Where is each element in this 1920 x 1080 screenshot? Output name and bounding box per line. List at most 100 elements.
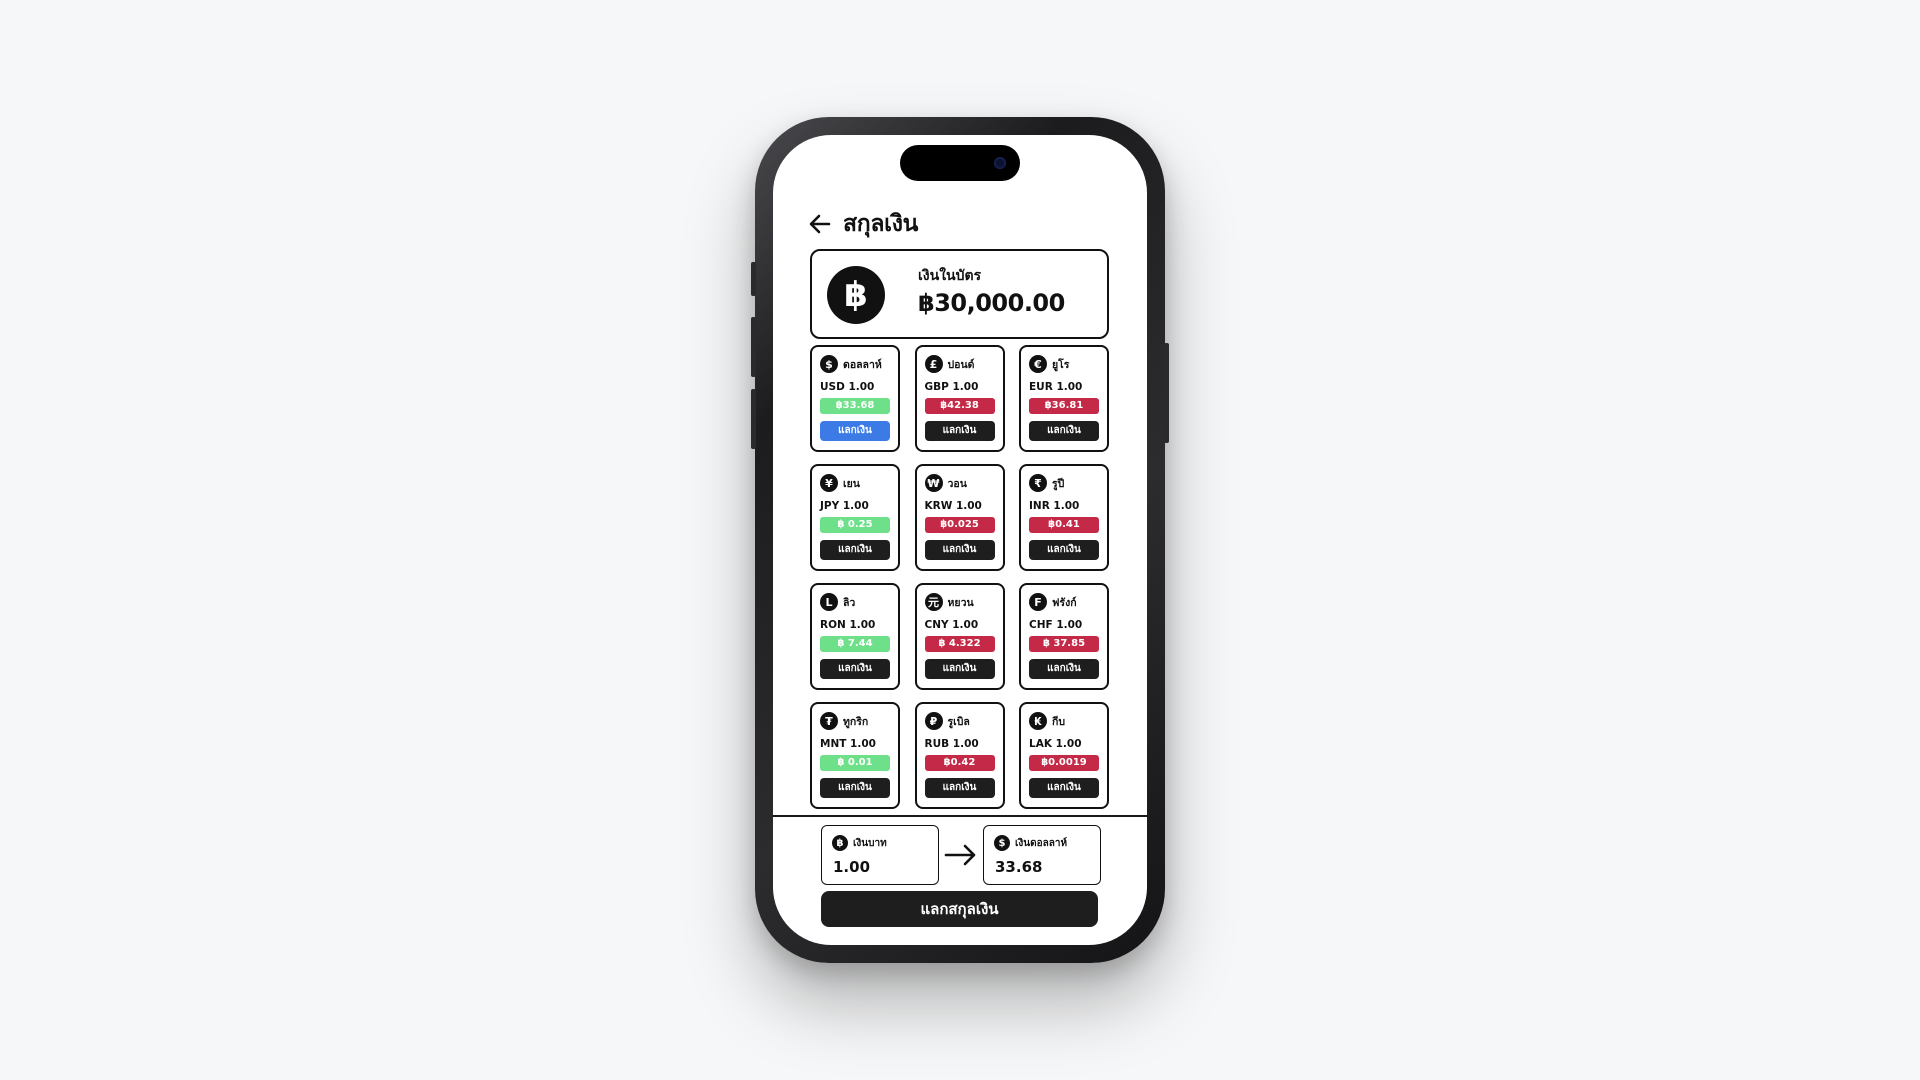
exchange-currency-button[interactable]: แลกสกุลเงิน: [821, 891, 1098, 927]
currency-card: ₭ กีบ LAK 1.00 ฿0.0019 แลกเงิน: [1019, 702, 1109, 809]
currency-card: ¥ เยน JPY 1.00 ฿ 0.25 แลกเงิน: [810, 464, 900, 571]
exchange-rate-badge: ฿ 0.25: [820, 517, 890, 533]
currency-name: ทูกริก: [843, 715, 869, 728]
app-header: สกุลเงิน: [807, 207, 918, 241]
currency-card: F ฟรังก์ CHF 1.00 ฿ 37.85 แลกเงิน: [1019, 583, 1109, 690]
currency-code: KRW 1.00: [924, 500, 982, 512]
currency-card: ₩ วอน KRW 1.00 ฿0.025 แลกเงิน: [914, 464, 1005, 571]
currency-name: รูปี: [1052, 477, 1065, 490]
currency-card: 元 หยวน CNY 1.00 ฿ 4.322 แลกเงิน: [914, 583, 1005, 690]
exchange-button[interactable]: แลกเงิน: [1029, 659, 1099, 679]
currency-header: L ลิว: [820, 593, 855, 611]
currency-code: RUB 1.00: [924, 738, 979, 750]
exchange-rate-badge: ฿ 7.44: [820, 636, 890, 652]
currency-header: ¥ เยน: [820, 474, 860, 492]
exchange-button[interactable]: แลกเงิน: [924, 659, 995, 679]
exchange-rate-badge: ฿ 4.322: [924, 636, 995, 652]
currency-name: ฟรังก์: [1052, 596, 1077, 609]
yuan-icon: 元: [924, 593, 943, 611]
currency-code: LAK 1.00: [1029, 738, 1082, 750]
euro-icon: €: [1029, 355, 1047, 373]
exchange-rate-badge: ฿0.025: [924, 517, 995, 533]
phone-frame: สกุลเงิน ฿ เงินในบัตร ฿30,000.00 $ ดอลลา…: [751, 117, 1169, 963]
exchange-button[interactable]: แลกเงิน: [820, 659, 890, 679]
currency-grid: $ ดอลลาห์ USD 1.00 ฿33.68 แลกเงิน £ ปอนด…: [810, 345, 1109, 809]
currency-name: หยวน: [947, 596, 974, 609]
currency-code: JPY 1.00: [820, 500, 869, 512]
tugrik-icon: ₮: [820, 712, 838, 730]
currency-code: GBP 1.00: [924, 381, 979, 393]
exchange-button[interactable]: แลกเงิน: [1029, 540, 1099, 560]
currency-header: $ ดอลลาห์: [820, 355, 882, 373]
currency-header: ₮ ทูกริก: [820, 712, 868, 730]
exchange-button[interactable]: แลกเงิน: [820, 421, 890, 441]
exchange-button[interactable]: แลกเงิน: [820, 778, 890, 798]
currency-card: L ลิว RON 1.00 ฿ 7.44 แลกเงิน: [810, 583, 900, 690]
ruble-icon: ₽: [924, 712, 943, 730]
from-currency-label: เงินบาท: [853, 837, 887, 849]
currency-name: รูเบิล: [947, 715, 970, 728]
volume-up-button: [751, 317, 756, 377]
exchange-button[interactable]: แลกเงิน: [820, 540, 890, 560]
currency-card: $ ดอลลาห์ USD 1.00 ฿33.68 แลกเงิน: [810, 345, 900, 452]
arrow-right-icon: [944, 844, 976, 866]
exchange-button[interactable]: แลกเงิน: [1029, 421, 1099, 441]
camera-icon: [994, 157, 1006, 169]
currency-code: RON 1.00: [820, 619, 876, 631]
balance-value: ฿30,000.00: [918, 289, 1065, 317]
yen-icon: ¥: [820, 474, 838, 492]
exchange-rate-badge: ฿ 0.01: [820, 755, 890, 771]
power-button: [1164, 343, 1169, 443]
volume-down-button: [751, 389, 756, 449]
from-amount-value: 1.00: [833, 858, 871, 876]
dynamic-island: [900, 145, 1020, 181]
currency-name: ปอนด์: [947, 358, 975, 371]
currency-name: ยูโร: [1052, 358, 1070, 371]
to-amount-value: 33.68: [995, 858, 1043, 876]
currency-header: £ ปอนด์: [924, 355, 975, 373]
kip-icon: ₭: [1029, 712, 1047, 730]
exchange-button[interactable]: แลกเงิน: [1029, 778, 1099, 798]
pound-icon: £: [924, 355, 943, 373]
currency-code: INR 1.00: [1029, 500, 1080, 512]
exchange-rate-badge: ฿42.38: [924, 398, 995, 414]
currency-name: เยน: [843, 477, 860, 490]
currency-name: วอน: [947, 477, 967, 490]
won-icon: ₩: [924, 474, 943, 492]
currency-card: ₹ รูปี INR 1.00 ฿0.41 แลกเงิน: [1019, 464, 1109, 571]
currency-header: ₽ รูเบิล: [924, 712, 970, 730]
currency-code: CHF 1.00: [1029, 619, 1083, 631]
exchange-button[interactable]: แลกเงิน: [924, 540, 995, 560]
currency-code: USD 1.00: [820, 381, 875, 393]
dollar-icon: $: [820, 355, 838, 373]
currency-card: ₽ รูเบิล RUB 1.00 ฿0.42 แลกเงิน: [914, 702, 1005, 809]
exchange-rate-badge: ฿0.0019: [1029, 755, 1099, 771]
currency-header: ₩ วอน: [924, 474, 967, 492]
exchange-rate-badge: ฿ 37.85: [1029, 636, 1099, 652]
baht-icon: ฿: [832, 835, 848, 851]
currency-card: £ ปอนด์ GBP 1.00 ฿42.38 แลกเงิน: [914, 345, 1005, 452]
exchange-rate-badge: ฿33.68: [820, 398, 890, 414]
app-screen: สกุลเงิน ฿ เงินในบัตร ฿30,000.00 $ ดอลลา…: [773, 135, 1147, 945]
exchange-rate-badge: ฿0.41: [1029, 517, 1099, 533]
exchange-rate-badge: ฿0.42: [924, 755, 995, 771]
currency-name: ลิว: [843, 596, 856, 609]
exchange-rate-badge: ฿36.81: [1029, 398, 1099, 414]
currency-code: EUR 1.00: [1029, 381, 1083, 393]
exchange-button[interactable]: แลกเงิน: [924, 778, 995, 798]
arrow-left-icon[interactable]: [807, 211, 833, 237]
from-amount-field[interactable]: ฿ เงินบาท 1.00: [821, 825, 939, 885]
to-amount-field[interactable]: $ เงินดอลลาห์ 33.68: [983, 825, 1101, 885]
baht-icon: ฿: [827, 266, 885, 324]
currency-header: F ฟรังก์: [1029, 593, 1077, 611]
currency-header: 元 หยวน: [924, 593, 974, 611]
exchange-button[interactable]: แลกเงิน: [924, 421, 995, 441]
currency-name: ดอลลาห์: [843, 358, 882, 371]
balance-card: ฿ เงินในบัตร ฿30,000.00: [810, 249, 1109, 339]
rupee-icon: ₹: [1029, 474, 1047, 492]
currency-card: ₮ ทูกริก MNT 1.00 ฿ 0.01 แลกเงิน: [810, 702, 900, 809]
currency-header: ₹ รูปี: [1029, 474, 1064, 492]
currency-name: กีบ: [1052, 715, 1066, 728]
currency-header: € ยูโร: [1029, 355, 1069, 373]
page-title: สกุลเงิน: [843, 211, 919, 237]
